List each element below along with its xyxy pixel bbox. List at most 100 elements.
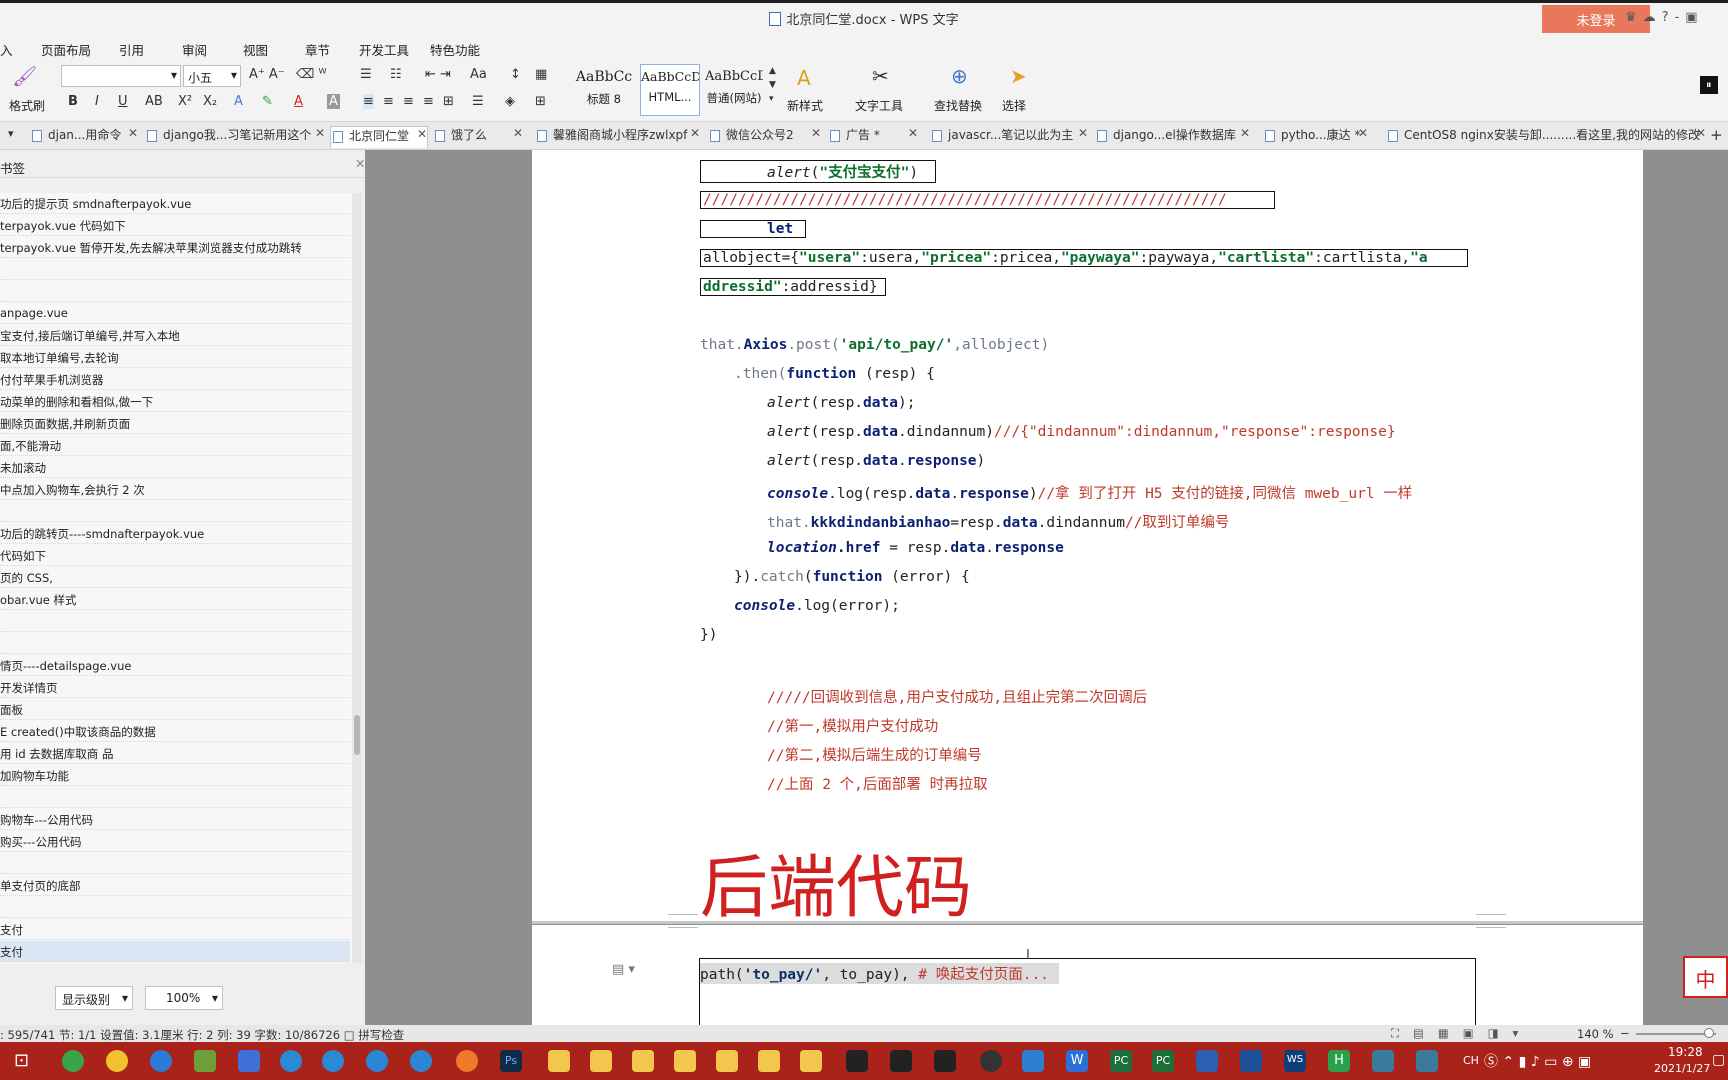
menu-developer[interactable]: 开发工具 bbox=[359, 40, 409, 59]
sort-icon[interactable]: ↕ bbox=[510, 67, 521, 82]
align-right-icon[interactable]: ≡ bbox=[403, 94, 414, 109]
browser-icon[interactable] bbox=[366, 1050, 388, 1072]
ie-icon[interactable] bbox=[280, 1050, 302, 1072]
document-area[interactable] bbox=[365, 150, 1728, 1025]
style-heading-8[interactable]: AaBbCc 标题 8 bbox=[574, 64, 634, 116]
bookmark-item[interactable]: 功后的提示页 smdnafterpayok.vue bbox=[0, 193, 350, 214]
bookmark-item[interactable] bbox=[0, 611, 350, 632]
powershell-icon[interactable] bbox=[1240, 1050, 1262, 1072]
webstorm-icon[interactable]: WS bbox=[1284, 1050, 1306, 1072]
bookmark-item[interactable]: 购物车---公用代码 bbox=[0, 809, 350, 830]
bullet-list-icon[interactable]: ☰ bbox=[360, 67, 372, 82]
align-left-icon[interactable]: ≡ bbox=[363, 94, 374, 109]
bookmark-item[interactable]: terpayok.vue 代码如下 bbox=[0, 215, 350, 236]
collapse-ribbon-icon[interactable]: ⏸ bbox=[1700, 76, 1718, 94]
close-icon[interactable]: ✕ bbox=[908, 126, 918, 140]
menu-page-layout[interactable]: 页面布局 bbox=[41, 40, 91, 59]
window-app-icon[interactable] bbox=[1022, 1050, 1044, 1072]
style-normal-web[interactable]: AaBbCcD 普通(网站) bbox=[704, 64, 764, 116]
folder-icon[interactable] bbox=[590, 1050, 612, 1072]
window-controls[interactable]: ♛☁?-▣ bbox=[1625, 10, 1704, 25]
tab-document[interactable]: pytho...康达 * ✕ bbox=[1263, 126, 1368, 148]
bookmark-item[interactable]: obar.vue 样式 bbox=[0, 589, 350, 610]
indent-icon[interactable]: ⇤ ⇥ bbox=[425, 67, 451, 82]
minimize-icon[interactable]: - bbox=[1675, 10, 1686, 25]
code-line-selected[interactable]: path('to_pay/', to_pay), # 唤起支付页面... bbox=[700, 963, 1059, 984]
folder-icon[interactable] bbox=[548, 1050, 570, 1072]
style-scroll-icon[interactable]: ▲ ▼ ▾ bbox=[769, 64, 776, 106]
select-button[interactable]: 选择 bbox=[1002, 97, 1026, 114]
close-icon[interactable]: ✕ bbox=[1358, 126, 1368, 140]
folder-icon[interactable] bbox=[758, 1050, 780, 1072]
notification-icon[interactable]: ▢ bbox=[1712, 1052, 1725, 1068]
bookmark-item[interactable]: 宝支付,接后端订单编号,并写入本地 bbox=[0, 325, 350, 346]
bookmark-item[interactable]: 未加滚动 bbox=[0, 457, 350, 478]
bookmark-item[interactable]: 页的 CSS, bbox=[0, 567, 350, 588]
bookmark-scrollbar[interactable] bbox=[352, 193, 362, 963]
bookmark-item[interactable]: anpage.vue bbox=[0, 303, 350, 324]
numbered-list-icon[interactable]: ☷ bbox=[390, 67, 402, 82]
close-icon[interactable]: ✕ bbox=[128, 126, 138, 140]
bold-icon[interactable]: B bbox=[68, 94, 78, 109]
superscript-icon[interactable]: X² bbox=[178, 94, 192, 109]
browser-icon[interactable] bbox=[410, 1050, 432, 1072]
close-icon[interactable]: ✕ bbox=[690, 126, 700, 140]
ime-language[interactable]: CH bbox=[1463, 1054, 1479, 1067]
view-mode-icons[interactable]: ⛶▤▦▣◨▾ bbox=[1391, 1026, 1532, 1041]
new-style-icon[interactable]: A bbox=[797, 66, 811, 90]
close-icon[interactable]: ✕ bbox=[355, 156, 365, 171]
zoom-value[interactable]: 140 % bbox=[1577, 1027, 1614, 1041]
menu-section[interactable]: 章节 bbox=[305, 40, 330, 59]
new-style-button[interactable]: 新样式 bbox=[787, 97, 823, 114]
tab-document[interactable]: django...el操作数据库 ✕ bbox=[1095, 126, 1250, 148]
format-painter-icon[interactable]: 🖌 bbox=[12, 64, 37, 88]
border-icon[interactable]: ⊞ bbox=[535, 94, 546, 109]
bookmark-item[interactable]: 付付苹果手机浏览器 bbox=[0, 369, 350, 390]
zoom-out-icon[interactable]: − bbox=[1620, 1026, 1630, 1040]
folder-icon[interactable] bbox=[674, 1050, 696, 1072]
bookmark-item[interactable]: 删除页面数据,并刷新页面 bbox=[0, 413, 350, 434]
app-360-icon[interactable] bbox=[62, 1050, 84, 1072]
bookmark-item[interactable]: 中点加入购物车,会执行 2 次 bbox=[0, 479, 350, 500]
tab-document-active[interactable]: 北京同仁堂 ✕ bbox=[330, 126, 428, 148]
underline-icon[interactable]: U bbox=[118, 94, 128, 109]
bookmark-item-selected[interactable]: 支付 bbox=[0, 941, 350, 962]
line-spacing-icon[interactable]: ☰ bbox=[472, 94, 484, 109]
tab-document[interactable]: djan...用命令 ✕ bbox=[30, 126, 138, 148]
menu-review[interactable]: 审阅 bbox=[182, 40, 207, 59]
bookmark-item[interactable]: 单支付页的底部 bbox=[0, 875, 350, 896]
tab-document[interactable]: CentOS8 nginx安装与卸.........看这里,我的网站的修改 ✕ bbox=[1386, 126, 1706, 148]
tab-document[interactable]: django我...习笔记新用这个 ✕ bbox=[145, 126, 325, 148]
italic-icon[interactable]: I bbox=[95, 94, 99, 109]
bookmark-item[interactable]: 面板 bbox=[0, 699, 350, 720]
terminal-icon[interactable] bbox=[934, 1050, 956, 1072]
skin-icon[interactable]: ♛ bbox=[1625, 10, 1643, 25]
align-center-icon[interactable]: ≡ bbox=[383, 94, 394, 109]
network-app-icon[interactable] bbox=[1372, 1050, 1394, 1072]
task-view-icon[interactable]: ⊡ bbox=[14, 1050, 29, 1071]
help-icon[interactable]: ? bbox=[1662, 10, 1675, 25]
tab-document[interactable]: 广告 * ✕ bbox=[828, 126, 918, 148]
bookmark-item[interactable]: 情页----detailspage.vue bbox=[0, 655, 350, 676]
menu-special[interactable]: 特色功能 bbox=[430, 40, 480, 59]
hbuilder-icon[interactable]: H bbox=[1328, 1050, 1350, 1072]
font-size-select[interactable]: 小五 ▾ bbox=[183, 65, 241, 87]
folder-icon[interactable] bbox=[632, 1050, 654, 1072]
bookmark-item[interactable]: 开发详情页 bbox=[0, 677, 350, 698]
bookmark-item[interactable] bbox=[0, 259, 350, 280]
firefox-icon[interactable] bbox=[456, 1050, 478, 1072]
tab-document[interactable]: javascr...笔记以此为主 ✕ bbox=[930, 126, 1088, 148]
char-shading-icon[interactable]: A bbox=[327, 94, 340, 109]
close-icon[interactable]: ✕ bbox=[1696, 126, 1706, 140]
bookmark-item[interactable]: 面,不能滑动 bbox=[0, 435, 350, 456]
bookmark-item[interactable]: 功后的跳转页----smdnafterpayok.vue bbox=[0, 523, 350, 544]
app-dark-icon[interactable] bbox=[980, 1050, 1002, 1072]
close-icon[interactable]: ✕ bbox=[417, 127, 427, 141]
bookmark-item[interactable]: 取本地订单编号,去轮询 bbox=[0, 347, 350, 368]
bookmark-item[interactable] bbox=[0, 501, 350, 522]
change-case-icon[interactable]: Aa bbox=[470, 67, 487, 82]
menu-insert[interactable]: 入 bbox=[0, 40, 13, 59]
network-app-icon[interactable] bbox=[1416, 1050, 1438, 1072]
table-icon[interactable]: ▦ bbox=[535, 67, 547, 82]
terminal-icon[interactable] bbox=[846, 1050, 868, 1072]
